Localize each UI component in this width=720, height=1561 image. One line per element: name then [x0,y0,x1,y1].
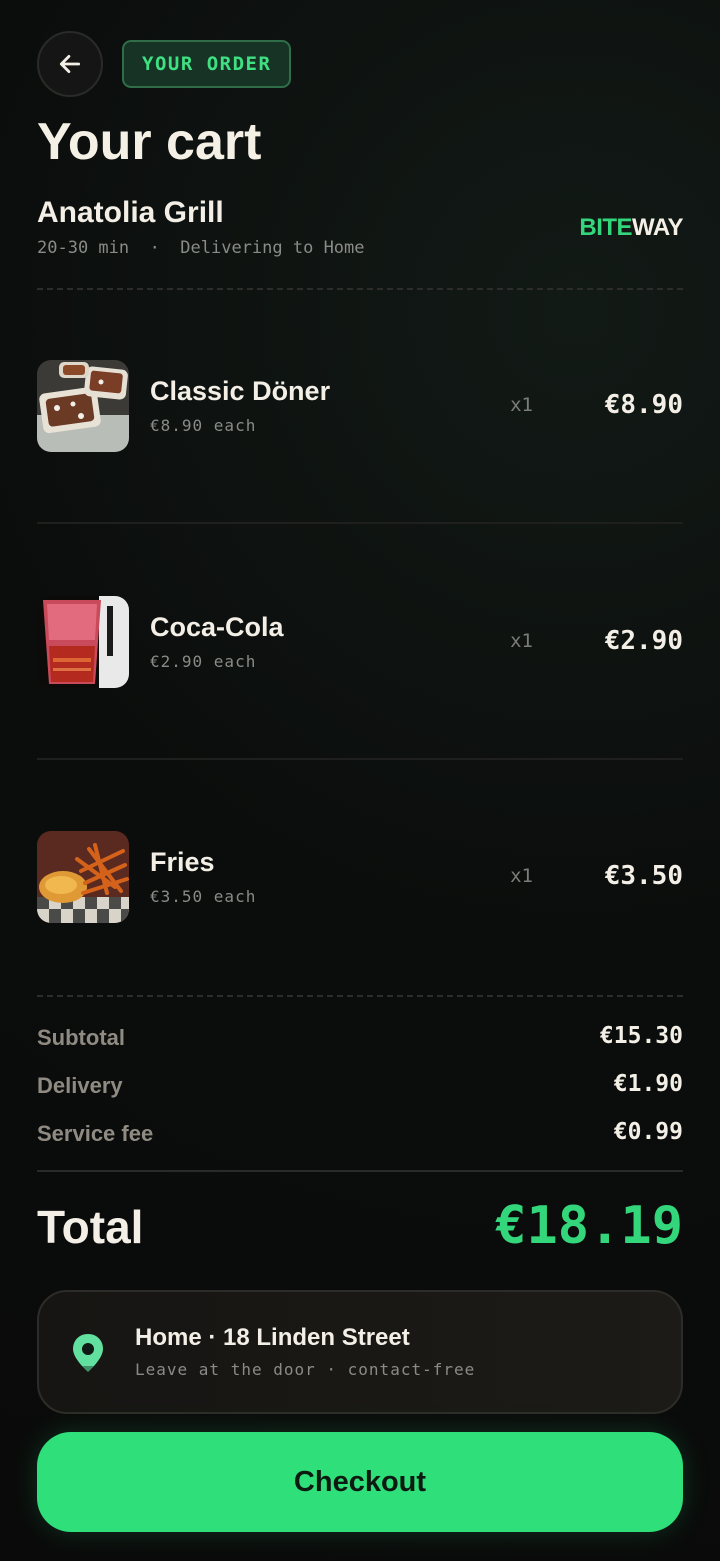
item-price: €8.90 [604,390,683,420]
order-badge: YOUR ORDER [122,40,292,88]
doner-thumbnail [37,360,129,452]
cart-item-fries[interactable]: Fries €3.50 each x1 €3.50 [37,831,683,923]
total-label: Total [37,1201,144,1253]
item-price: €3.50 [604,861,683,891]
item-quantity[interactable]: x1 [510,865,533,887]
restaurant-name: Anatolia Grill [37,196,224,229]
top-bar: YOUR ORDER [37,30,292,98]
fries-thumbnail [37,831,129,923]
service-fee-label: Service fee [37,1121,154,1146]
cola-thumbnail [37,596,129,688]
restaurant-meta: 20-30 min · Delivering to Home [37,238,365,258]
cart-item-coca-cola[interactable]: Coca-Cola €2.90 each x1 €2.90 [37,596,683,688]
item-unit-price: €8.90 each [150,416,257,435]
brand-logo-part1: BITE [579,214,633,241]
brand-logo: BITEWAY [579,214,683,242]
subtotal-label: Subtotal [37,1025,125,1050]
service-fee-row: Service fee €0.99 [37,1119,683,1151]
cart-item-classic-doner[interactable]: Classic Döner €8.90 each x1 €8.90 [37,360,683,452]
checkout-button[interactable]: Checkout [37,1432,683,1532]
address-note: Leave at the door · contact-free [135,1360,476,1379]
item-quantity[interactable]: x1 [510,630,533,652]
address-title: Home · 18 Linden Street [135,1324,410,1351]
item-name: Coca-Cola [150,612,284,642]
item-quantity[interactable]: x1 [510,394,533,416]
page-title: Your cart [37,113,262,171]
item-price: €2.90 [604,626,683,656]
location-pin-icon [73,1334,103,1373]
summary-divider [37,995,683,997]
delivery-value: €1.90 [613,1071,683,1097]
item-divider [37,758,683,760]
subtotal-row: Subtotal €15.30 [37,1023,683,1055]
subtotal-value: €15.30 [599,1023,683,1049]
item-name: Classic Döner [150,376,331,406]
item-unit-price: €3.50 each [150,887,257,906]
item-unit-price: €2.90 each [150,652,257,671]
item-name: Fries [150,847,215,877]
back-button[interactable] [37,31,103,97]
header-divider [37,288,683,290]
delivery-row: Delivery €1.90 [37,1071,683,1103]
item-divider [37,522,683,524]
total-value: €18.19 [495,1196,683,1256]
service-fee-value: €0.99 [613,1119,683,1145]
brand-logo-part2: WAY [632,214,683,241]
delivery-label: Delivery [37,1073,123,1098]
total-divider [37,1170,683,1172]
delivery-address-card[interactable]: Home · 18 Linden Street Leave at the doo… [37,1290,683,1414]
arrow-left-icon [59,55,81,73]
